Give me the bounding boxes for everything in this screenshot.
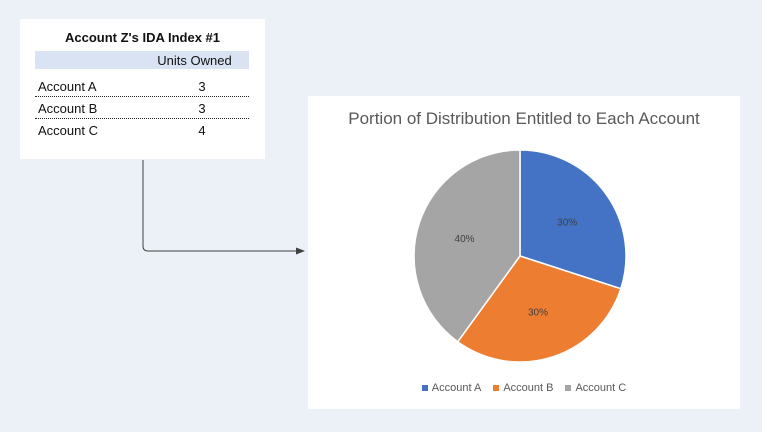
pie-chart: 30% 30% 40%	[413, 149, 627, 363]
data-label: 40%	[455, 234, 475, 245]
pie-chart-card: Portion of Distribution Entitled to Each…	[308, 96, 740, 409]
legend-swatch	[493, 385, 500, 391]
legend-label: Account C	[575, 382, 627, 394]
legend-item: Account A	[421, 382, 482, 394]
chart-legend: Account A Account B Account C	[308, 382, 740, 394]
data-label: 30%	[528, 307, 548, 318]
legend-swatch	[565, 385, 572, 391]
legend-item: Account B	[493, 382, 553, 394]
legend-swatch	[421, 385, 428, 391]
data-label: 30%	[557, 218, 577, 229]
legend-item: Account C	[565, 382, 626, 394]
legend-label: Account B	[503, 382, 554, 394]
legend-label: Account A	[431, 382, 482, 394]
